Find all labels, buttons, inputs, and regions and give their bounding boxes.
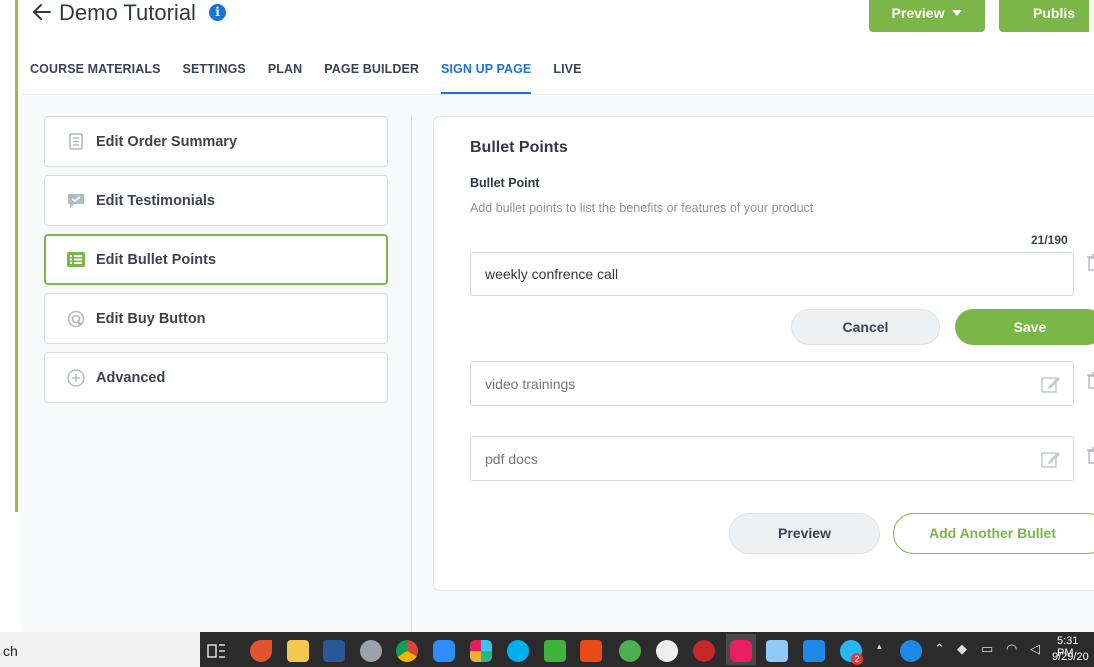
card-title: Bullet Points: [470, 139, 568, 156]
edit-icon[interactable]: [1041, 374, 1061, 394]
app-icon[interactable]: [619, 640, 641, 662]
chrome-icon[interactable]: [396, 640, 418, 662]
cancel-button[interactable]: Cancel: [791, 309, 940, 345]
field-help-text: Add bullet points to list the benefits o…: [470, 201, 814, 215]
taskbar-search[interactable]: ch: [0, 632, 200, 667]
sidebar-item-label: Edit Buy Button: [96, 310, 206, 327]
sidebar-item-label: Edit Bullet Points: [96, 251, 217, 268]
word-icon[interactable]: [323, 640, 345, 662]
save-button[interactable]: Save: [955, 309, 1094, 345]
sidebar-item-buy-button[interactable]: Edit Buy Button: [44, 293, 388, 344]
help-icon[interactable]: [900, 640, 922, 662]
clock-date[interactable]: 9/29/20: [1052, 651, 1089, 663]
chat-bubble-icon: [67, 192, 85, 210]
windows-taskbar: ch 2 ▴ ⌃ ◆ ▭ ◠ ◁ 5:31 PM 9/29/20: [0, 632, 1094, 667]
presentation-icon[interactable]: [580, 640, 602, 662]
preview-button[interactable]: Preview: [729, 513, 880, 554]
character-counter: 21/190: [1031, 233, 1068, 247]
preview-button-label: Preview: [891, 5, 945, 21]
sidebar-item-bullet-points[interactable]: Edit Bullet Points: [44, 234, 388, 285]
headphones-icon[interactable]: [693, 640, 715, 662]
bullet-text: pdf docs: [485, 450, 538, 467]
panel-divider: [411, 116, 412, 632]
slack-icon[interactable]: [470, 640, 492, 662]
browser-left-edge-lower: [0, 512, 18, 632]
app-icon[interactable]: [250, 640, 272, 662]
plus-circle-icon: [67, 368, 85, 387]
dropbox-icon[interactable]: ◆: [957, 642, 967, 657]
sidebar-item-testimonials[interactable]: Edit Testimonials: [44, 175, 388, 226]
browser-left-edge: [0, 0, 18, 512]
list-icon: [67, 251, 85, 269]
info-icon[interactable]: i: [209, 4, 226, 21]
bullet-edit-input[interactable]: [470, 252, 1074, 296]
notification-badge: 2: [851, 653, 863, 665]
camtasia-icon[interactable]: [544, 640, 566, 662]
chevron-up-icon[interactable]: ▴: [877, 642, 882, 652]
tab-settings[interactable]: SETTINGS: [183, 60, 246, 94]
chevron-up-icon[interactable]: ⌃: [934, 642, 945, 657]
edit-icon[interactable]: [1041, 449, 1061, 469]
cursor-click-icon: [67, 310, 85, 328]
chevron-down-icon: [952, 10, 963, 16]
cloud-icon[interactable]: [656, 640, 678, 662]
tab-live[interactable]: LIVE: [553, 60, 581, 94]
bullet-text: video trainings: [485, 375, 576, 392]
sidebar-item-advanced[interactable]: Advanced: [44, 352, 388, 403]
preview-dropdown-button[interactable]: Preview: [869, 0, 985, 32]
document-list-icon: [67, 133, 85, 151]
bullet-item[interactable]: video trainings: [470, 361, 1074, 406]
tab-page-builder[interactable]: PAGE BUILDER: [324, 60, 419, 94]
back-arrow-icon[interactable]: [31, 1, 53, 23]
zoom-icon[interactable]: [433, 640, 455, 662]
sidebar-item-label: Edit Testimonials: [96, 192, 215, 209]
course-tabs: COURSE MATERIALS SETTINGS PLAN PAGE BUIL…: [30, 60, 604, 95]
publish-button[interactable]: Publis: [999, 0, 1089, 32]
battery-icon[interactable]: ▭: [981, 642, 993, 657]
add-another-bullet-button[interactable]: Add Another Bullet: [893, 513, 1094, 554]
task-view-icon[interactable]: [205, 640, 227, 662]
bullet-item[interactable]: pdf docs: [470, 436, 1074, 481]
tab-plan[interactable]: PLAN: [268, 60, 302, 94]
tab-course-materials[interactable]: COURSE MATERIALS: [30, 60, 161, 94]
trash-icon[interactable]: [1087, 447, 1094, 465]
skype-icon[interactable]: [507, 640, 529, 662]
trash-icon[interactable]: [1087, 254, 1094, 272]
file-explorer-icon[interactable]: [287, 640, 309, 662]
trash-icon[interactable]: [1087, 372, 1094, 390]
app-icon[interactable]: [803, 640, 825, 662]
sidebar-item-order-summary[interactable]: Edit Order Summary: [44, 116, 388, 167]
field-label: Bullet Point: [470, 176, 540, 190]
volume-icon[interactable]: ◁: [1030, 642, 1040, 657]
app-icon[interactable]: [360, 640, 382, 662]
sidebar-item-label: Advanced: [96, 369, 166, 386]
page-title: Demo Tutorial: [59, 0, 196, 25]
wifi-icon[interactable]: ◠: [1006, 642, 1017, 657]
app-icon[interactable]: [766, 640, 788, 662]
sidebar-item-label: Edit Order Summary: [96, 133, 238, 150]
screen-recorder-icon[interactable]: [730, 640, 752, 662]
tab-sign-up-page[interactable]: SIGN UP PAGE: [441, 60, 532, 94]
